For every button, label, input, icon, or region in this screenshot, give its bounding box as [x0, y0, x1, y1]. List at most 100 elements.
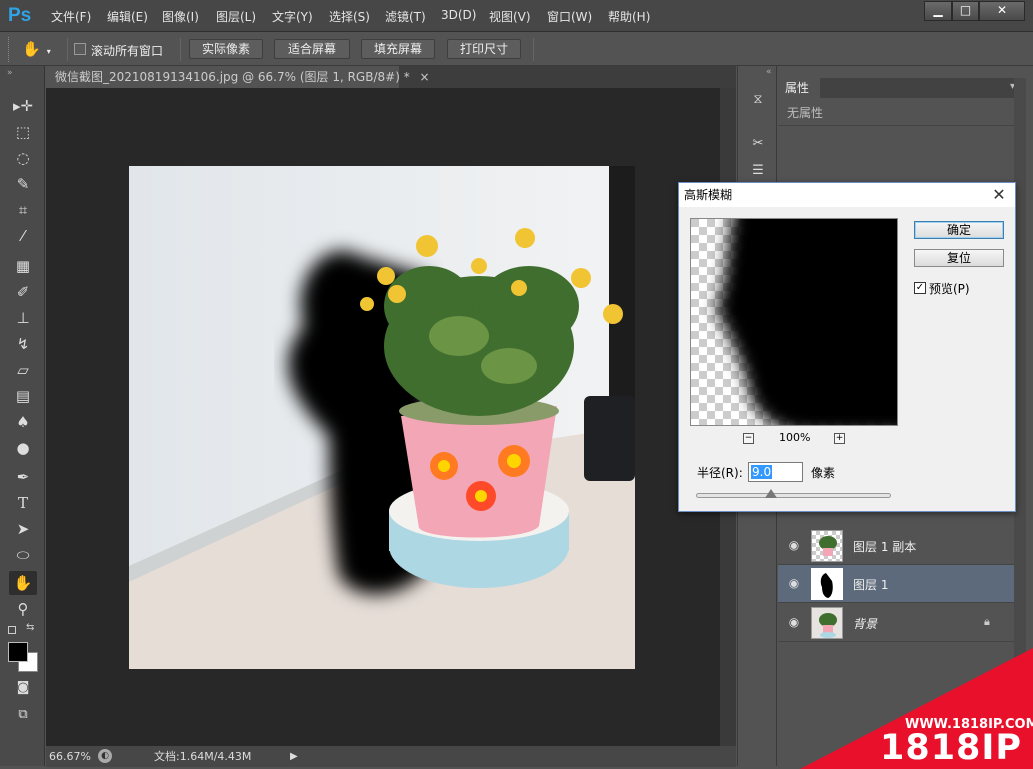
- actual-pixels-button[interactable]: 实际像素: [189, 39, 263, 59]
- layer-thumbnail: [811, 607, 843, 639]
- canvas-image[interactable]: [129, 166, 635, 669]
- shape-icon[interactable]: ⬭: [9, 543, 37, 567]
- close-button[interactable]: ✕: [979, 1, 1025, 21]
- status-menu-arrow-icon[interactable]: ▶: [290, 746, 298, 767]
- path-select-icon[interactable]: ➤: [9, 517, 37, 541]
- divider: [533, 38, 534, 61]
- gaussian-blur-dialog: 高斯模糊 ✕ 确定 复位 ✓ 预览(P) − 100% + 半径(R): 9.0…: [678, 182, 1016, 512]
- crop-icon[interactable]: ⌗: [9, 198, 37, 222]
- hand-icon: ✋: [22, 40, 41, 58]
- layer-row[interactable]: ◉ 背景 🔒︎: [778, 604, 1014, 642]
- fit-screen-button[interactable]: 适合屏幕: [274, 39, 350, 59]
- radius-slider[interactable]: [696, 493, 891, 498]
- blur-icon[interactable]: ♠: [9, 410, 37, 434]
- maximize-button[interactable]: □: [952, 1, 979, 21]
- hand-icon[interactable]: ✋: [9, 571, 37, 595]
- photoshop-window: Ps 文件(F) 编辑(E) 图像(I) 图层(L) 文字(Y) 选择(S) 滤…: [0, 0, 1033, 769]
- brush-presets-icon[interactable]: ✂: [747, 136, 769, 156]
- preview-label: 预览(P): [929, 282, 970, 296]
- move-icon[interactable]: ▸✛: [9, 94, 37, 118]
- lasso-icon[interactable]: ◌: [9, 146, 37, 170]
- fill-screen-button[interactable]: 填充屏幕: [361, 39, 435, 59]
- default-colors-icon[interactable]: [8, 626, 16, 634]
- menu-image[interactable]: 图像(I): [162, 8, 199, 25]
- menu-edit[interactable]: 编辑(E): [107, 8, 148, 25]
- layer-row[interactable]: ◉ 图层 1: [778, 565, 1014, 603]
- layer-name[interactable]: 背景: [853, 615, 877, 632]
- brush-icon[interactable]: ✐: [9, 280, 37, 304]
- zoom-out-button[interactable]: −: [743, 433, 754, 444]
- eraser-icon[interactable]: ▱: [9, 358, 37, 382]
- slider-thumb[interactable]: [765, 489, 777, 498]
- screen-mode-icon[interactable]: ⧉: [9, 703, 37, 727]
- menu-select[interactable]: 选择(S): [329, 8, 370, 25]
- foreground-color-swatch[interactable]: [8, 642, 28, 662]
- marquee-icon[interactable]: ⬚: [9, 120, 37, 144]
- reset-button[interactable]: 复位: [914, 249, 1004, 267]
- blur-preview[interactable]: [690, 218, 898, 426]
- menu-layer[interactable]: 图层(L): [216, 8, 256, 25]
- eye-icon[interactable]: ◉: [786, 615, 802, 629]
- document-tab-bar: 微信截图_20210819134106.jpg @ 66.7% (图层 1, R…: [46, 66, 736, 88]
- menu-help[interactable]: 帮助(H): [608, 8, 650, 25]
- menu-type[interactable]: 文字(Y): [272, 8, 313, 25]
- dialog-title: 高斯模糊: [679, 183, 1015, 207]
- history-brush-icon[interactable]: ↯: [9, 332, 37, 356]
- dodge-icon[interactable]: ●: [9, 436, 37, 460]
- eye-icon[interactable]: ◉: [786, 576, 802, 590]
- layer-name[interactable]: 图层 1: [853, 576, 888, 593]
- radius-label: 半径(R):: [697, 466, 743, 480]
- print-size-button[interactable]: 打印尺寸: [447, 39, 521, 59]
- document-title: 微信截图_20210819134106.jpg @ 66.7% (图层 1, R…: [55, 70, 410, 84]
- zoom-level[interactable]: 66.67%: [49, 746, 91, 767]
- ok-button[interactable]: 确定: [914, 221, 1004, 239]
- menu-view[interactable]: 视图(V): [489, 8, 531, 25]
- type-icon[interactable]: T: [9, 491, 37, 515]
- eyedropper-icon[interactable]: ⁄: [9, 224, 37, 248]
- swap-colors-icon[interactable]: ⇆: [26, 622, 34, 633]
- document-size: 文档:1.64M/4.43M: [154, 750, 252, 763]
- menu-file[interactable]: 文件(F): [51, 8, 91, 25]
- eye-icon[interactable]: ◉: [786, 538, 802, 552]
- collapse-icon[interactable]: «: [766, 67, 772, 77]
- no-properties-text: 无属性: [787, 106, 824, 120]
- flower-pot-photo: [129, 166, 635, 669]
- divider: [67, 38, 68, 61]
- divider: [180, 38, 181, 61]
- grip-icon: [8, 37, 11, 62]
- quick-select-icon[interactable]: ✎: [9, 172, 37, 196]
- hand-tool-preset[interactable]: ✋ ▾: [22, 39, 62, 59]
- stamp-icon[interactable]: ⊥: [9, 306, 37, 330]
- properties-tab[interactable]: 属性: [778, 78, 820, 98]
- pen-icon[interactable]: ✒: [9, 465, 37, 489]
- menu-filter[interactable]: 滤镜(T): [385, 8, 426, 25]
- info-icon[interactable]: ◐: [98, 749, 112, 763]
- menu-window[interactable]: 窗口(W): [547, 8, 592, 25]
- tools-panel: » ▸✛ ⬚ ◌ ✎ ⌗ ⁄ ▦ ✐ ⊥ ↯ ▱ ▤ ♠ ● ✒ T ➤ ⬭ ✋…: [0, 66, 45, 766]
- document-tab[interactable]: 微信截图_20210819134106.jpg @ 66.7% (图层 1, R…: [46, 66, 430, 88]
- layer-name[interactable]: 图层 1 副本: [853, 538, 916, 555]
- collapse-icon[interactable]: »: [7, 68, 13, 78]
- close-icon[interactable]: ×: [420, 70, 430, 84]
- scroll-all-checkbox[interactable]: [74, 43, 86, 55]
- history-icon[interactable]: ⧖: [747, 92, 769, 112]
- radius-value[interactable]: 9.0: [751, 465, 773, 479]
- ps-logo: Ps: [8, 5, 32, 26]
- preview-checkbox[interactable]: ✓: [914, 282, 926, 294]
- properties-tab-bar: 属性 ▾≡: [778, 78, 1026, 98]
- healing-icon[interactable]: ▦: [9, 254, 37, 278]
- status-bar: 66.67% ◐ 文档:1.64M/4.43M ▶: [46, 746, 736, 767]
- gradient-icon[interactable]: ▤: [9, 384, 37, 408]
- zoom-in-button[interactable]: +: [834, 433, 845, 444]
- lock-icon: 🔒︎: [984, 615, 990, 628]
- preview-image: [691, 219, 897, 425]
- zoom-icon[interactable]: ⚲: [9, 597, 37, 621]
- preview-zoom: 100%: [779, 431, 811, 444]
- close-icon[interactable]: ✕: [989, 185, 1009, 205]
- radius-input[interactable]: 9.0: [748, 462, 803, 482]
- layer-row[interactable]: ◉ 图层 1 副本: [778, 527, 1014, 565]
- minimize-button[interactable]: ▁: [924, 1, 952, 21]
- menu-3d[interactable]: 3D(D): [441, 8, 476, 22]
- quick-mask-icon[interactable]: ◙: [9, 676, 37, 700]
- adjustments-icon[interactable]: ☰: [747, 163, 769, 183]
